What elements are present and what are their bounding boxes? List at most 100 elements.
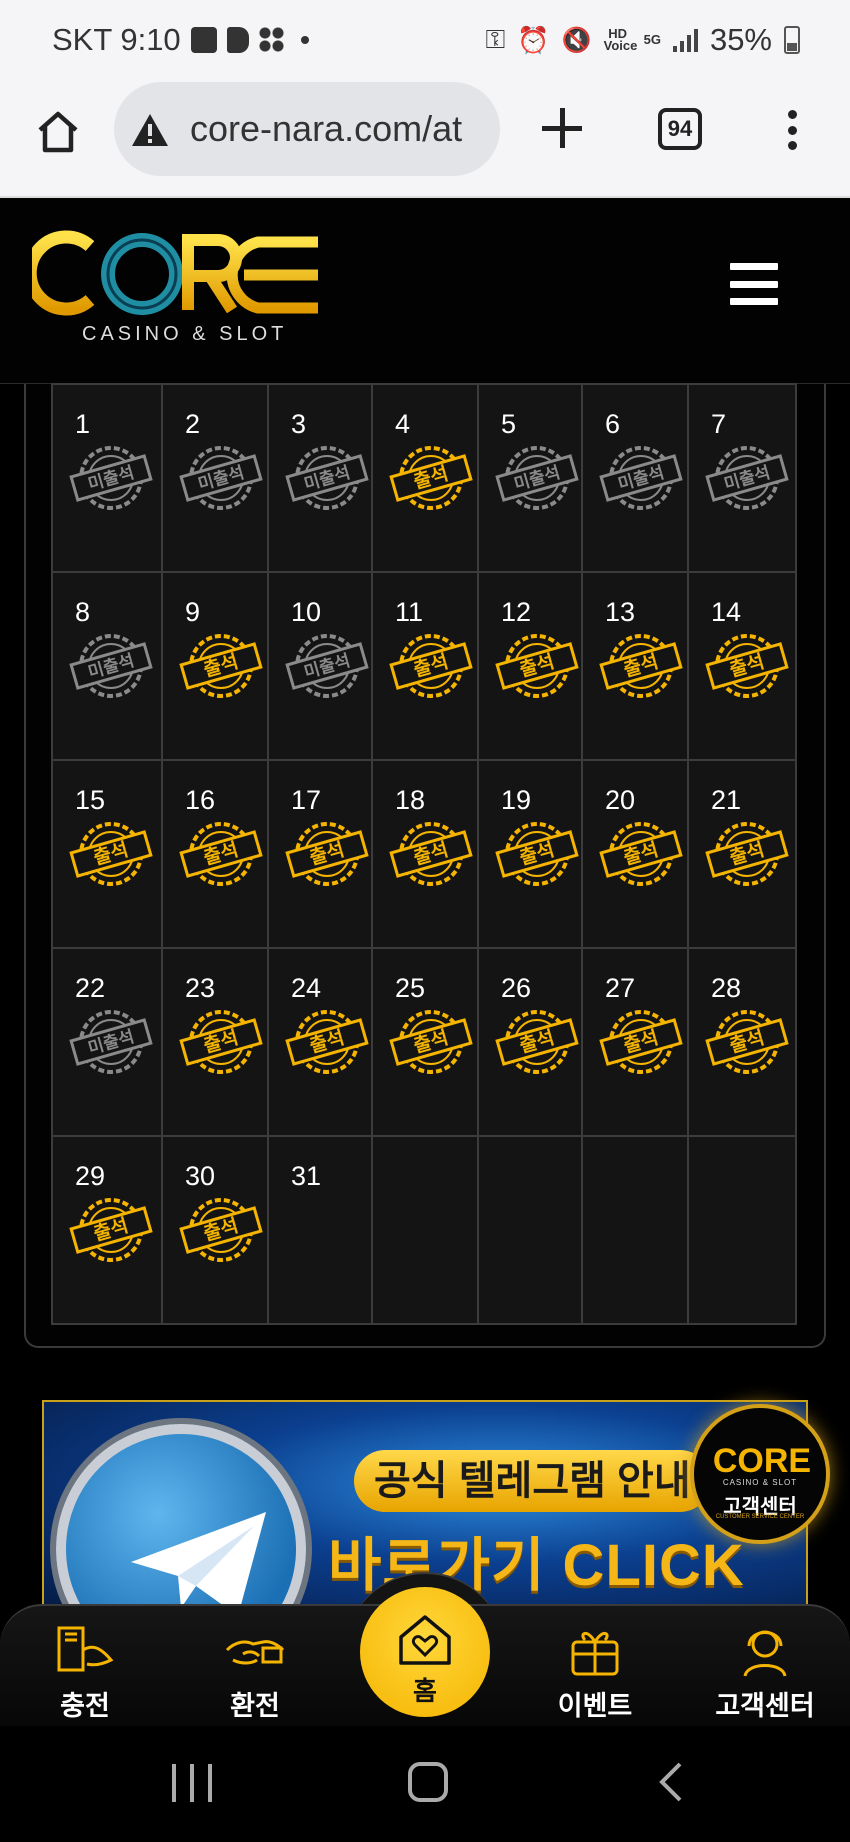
attended-stamp: 출석	[389, 631, 473, 701]
attended-stamp: 출석	[705, 1007, 789, 1077]
attendance-calendar-panel: 1 미출석 2 미출석 3 미출석 4 출석 5 미출석 6 미출석 7 미출석 8 미출석 9 출석 10 미출석 1…	[24, 383, 826, 1348]
day-number: 14	[711, 597, 742, 627]
nav-deposit[interactable]: 충전	[20, 1620, 150, 1723]
nav-withdraw[interactable]: 환전	[190, 1620, 320, 1723]
gift-icon	[571, 1632, 619, 1676]
day-number: 16	[185, 785, 216, 815]
calendar-day-14: 14 출석	[687, 571, 797, 761]
home-icon[interactable]	[34, 108, 82, 156]
day-number: 9	[185, 597, 201, 627]
browser-toolbar: core-nara.com/at 94	[0, 82, 850, 198]
day-number: 15	[75, 785, 106, 815]
calendar-day-12: 12 출석	[477, 571, 583, 761]
nav-home-button[interactable]: 홈	[360, 1587, 490, 1717]
more-notifications-icon	[300, 36, 309, 44]
absent-stamp: 미출석	[69, 1007, 153, 1077]
day-number: 6	[605, 409, 621, 439]
day-number: 29	[75, 1161, 106, 1191]
battery-percent: 35%	[709, 22, 772, 57]
day-number: 20	[605, 785, 636, 815]
absent-stamp: 미출석	[599, 443, 683, 513]
stamp-label: 출석	[411, 463, 451, 494]
calendar-day-empty	[581, 1135, 689, 1325]
apps-icon	[258, 27, 285, 53]
day-number: 8	[75, 597, 91, 627]
stamp-label: 출석	[621, 1027, 661, 1058]
telegram-plane-icon	[131, 1512, 266, 1608]
absent-stamp: 미출석	[705, 443, 789, 513]
network-5g-icon: 5G	[643, 32, 661, 47]
customer-service-float-button[interactable]: CORE CASINO & SLOT 고객센터 CUSTOMER SERVICE…	[690, 1404, 830, 1544]
attended-stamp: 출석	[179, 631, 263, 701]
stamp-label: 출석	[621, 839, 661, 870]
stamp-label: 출석	[517, 1027, 557, 1058]
day-number: 24	[291, 973, 322, 1003]
stamp-label: 출석	[727, 839, 767, 870]
back-icon[interactable]	[656, 1760, 686, 1804]
stamp-label: 출석	[727, 1027, 767, 1058]
headset-icon	[743, 1630, 787, 1677]
day-number: 11	[395, 597, 424, 627]
calendar-day-empty	[477, 1135, 583, 1325]
warning-icon[interactable]	[130, 112, 170, 148]
calendar-day-18: 18 출석	[371, 759, 479, 949]
day-number: 3	[291, 409, 307, 439]
day-number: 27	[605, 973, 636, 1003]
calendar-day-19: 19 출석	[477, 759, 583, 949]
attended-stamp: 출석	[599, 1007, 683, 1077]
day-number: 5	[501, 409, 517, 439]
status-time: SKT 9:10	[52, 22, 181, 57]
status-bar: SKT 9:10 ⚿ ⏰ 🔇 HD Voice 5G 35%	[0, 0, 850, 82]
tab-switcher-button[interactable]: 94	[658, 108, 702, 150]
day-number: 1	[75, 409, 91, 439]
mute-icon: 🔇	[561, 26, 592, 54]
day-number: 23	[185, 973, 216, 1003]
stamp-label: 출석	[727, 651, 767, 682]
stamp-label: 출석	[621, 651, 661, 682]
calendar-day-31: 31	[267, 1135, 373, 1325]
stamp-label: 출석	[307, 839, 347, 870]
b-app-icon	[226, 27, 249, 53]
day-number: 26	[501, 973, 532, 1003]
cs-logo-sub: CASINO & SLOT	[722, 1478, 798, 1487]
hamburger-menu-icon[interactable]	[730, 263, 778, 305]
url-text[interactable]: core-nara.com/at	[190, 108, 462, 150]
stamp-label: 출석	[411, 651, 451, 682]
system-home-icon[interactable]	[408, 1762, 448, 1802]
day-number: 10	[291, 597, 322, 627]
calendar-day-6: 6 미출석	[581, 383, 689, 573]
calendar-day-30: 30 출석	[161, 1135, 269, 1325]
day-number: 25	[395, 973, 426, 1003]
core-logo[interactable]: CASINO & SLOT	[32, 228, 322, 346]
calendar-day-empty	[371, 1135, 479, 1325]
attended-stamp: 출석	[69, 819, 153, 889]
calendar-day-26: 26 출석	[477, 947, 583, 1137]
nav-support[interactable]: 고객센터	[700, 1620, 830, 1723]
calendar-day-24: 24 출석	[267, 947, 373, 1137]
day-number: 17	[291, 785, 322, 815]
calendar-day-15: 15 출석	[51, 759, 163, 949]
attended-stamp: 출석	[389, 443, 473, 513]
site-header: CASINO & SLOT	[0, 198, 850, 384]
calendar-day-23: 23 출석	[161, 947, 269, 1137]
calendar-day-5: 5 미출석	[477, 383, 583, 573]
withdraw-icon	[225, 1640, 285, 1665]
calendar-day-11: 11 출석	[371, 571, 479, 761]
attended-stamp: 출석	[285, 819, 369, 889]
nav-home-label: 홈	[413, 1676, 437, 1706]
attended-stamp: 출석	[179, 1195, 263, 1265]
attended-stamp: 출석	[179, 1007, 263, 1077]
more-menu-icon[interactable]	[786, 110, 798, 150]
day-number: 13	[605, 597, 636, 627]
banner-title: 공식 텔레그램 안내	[354, 1450, 711, 1512]
address-bar[interactable]: core-nara.com/at	[114, 82, 500, 176]
recent-apps-icon[interactable]	[172, 1764, 212, 1802]
nav-event[interactable]: 이벤트	[530, 1620, 660, 1723]
battery-icon	[784, 26, 800, 54]
new-tab-icon[interactable]	[540, 106, 584, 150]
day-number: 30	[185, 1161, 216, 1191]
absent-stamp: 미출석	[285, 631, 369, 701]
hd-voice-icon: HD Voice	[603, 26, 638, 53]
signal-icon	[672, 28, 698, 52]
day-number: 28	[711, 973, 742, 1003]
